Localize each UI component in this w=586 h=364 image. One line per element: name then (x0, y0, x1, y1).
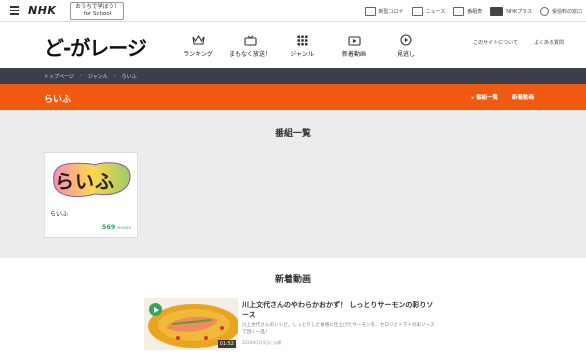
tab-new-videos[interactable]: 新着動画 (512, 93, 534, 101)
site-header: ど-がレージ ランキング まもなく放送！ ジャンル 新着動画 見逃し このサイト… (0, 22, 586, 68)
news-icon (411, 6, 423, 16)
breadcrumb-separator-icon: › (79, 73, 82, 79)
video-item[interactable]: 01:52 川上文代さんのやわらかおかず！ しっとりサーモンの彩りソース 川上文… (144, 298, 440, 354)
program-card[interactable]: らいふ らいふ 569 MOVIES (44, 152, 138, 238)
nav-replay[interactable]: 見逃し (380, 34, 432, 58)
video-duration: 01:52 (217, 340, 236, 348)
genre-tabs: 番組一覧 新着動画 (472, 93, 534, 101)
nav-genre[interactable]: ジャンル (276, 34, 328, 58)
for-school-line1: おうちで学ぼう！ (75, 3, 120, 10)
top-link-fee[interactable]: 受信料の窓口 (539, 6, 582, 16)
virus-icon (364, 6, 376, 16)
nhkplus-icon (490, 6, 504, 16)
main-nav: ランキング まもなく放送！ ジャンル 新着動画 見逃し (172, 34, 432, 58)
nav-label: ジャンル (290, 51, 314, 58)
nav-new-videos[interactable]: 新着動画 (328, 34, 380, 58)
top-link-label: 新型コロナ (378, 8, 404, 15)
program-video-count: 569 MOVIES (102, 223, 131, 231)
page-title: らいふ (44, 95, 72, 105)
program-logo-text: らいふ (55, 171, 116, 193)
nav-label: まもなく放送！ (228, 51, 271, 58)
for-school-button[interactable]: おうちで学ぼう！ for School (70, 1, 125, 20)
nav-label: 見逃し (396, 51, 415, 58)
nav-coming-soon[interactable]: まもなく放送！ (224, 34, 276, 58)
top-link-corona[interactable]: 新型コロナ (364, 6, 404, 16)
nav-label: 新着動画 (341, 51, 366, 58)
breadcrumb-item-current: らいふ (121, 73, 137, 80)
nhk-logo[interactable]: NHK (28, 4, 56, 17)
video-date: 2020年3月4日に公開 (242, 340, 282, 345)
site-logo[interactable]: ど-がレージ (44, 32, 147, 61)
about-link[interactable]: このサイトについて (473, 39, 518, 46)
grid-icon (295, 34, 309, 46)
crown-icon (191, 34, 205, 46)
video-thumbnail[interactable]: 01:52 (144, 298, 238, 350)
play-icon[interactable] (149, 303, 162, 316)
top-link-label: 受信料の窓口 (551, 8, 582, 15)
top-link-label: 番組表 (467, 8, 483, 15)
program-list-heading: 番組一覧 (274, 129, 311, 139)
video-title[interactable]: 川上文代さんのやわらかおかず！ しっとりサーモンの彩りソース (242, 300, 436, 320)
video-description: 川上文代さんのレシピ。しっとりした食感に仕上げたサーモンを、セロリとトマトの彩ソ… (242, 323, 435, 335)
program-name: らいふ (50, 211, 69, 218)
tv-icon (243, 34, 257, 46)
program-count-unit: MOVIES (117, 226, 131, 230)
new-videos-section: 新着動画 01:52 川上文代さんのやわらかおかず！ しっとりサーモンの彩りソー… (0, 258, 586, 364)
nhk-global-bar: NHK おうちで学ぼう！ for School 新型コロナ ニュース 番組表 N… (0, 0, 586, 22)
top-link-schedule[interactable]: 番組表 (453, 6, 483, 16)
breadcrumb: トップページ › ジャンル › らいふ (0, 68, 586, 84)
new-video-icon (347, 34, 361, 46)
top-link-nhkplus[interactable]: NHKプラス (490, 6, 532, 16)
tab-program-list[interactable]: 番組一覧 (472, 93, 498, 101)
breadcrumb-separator-icon: › (113, 73, 116, 79)
nhk-top-links: 新型コロナ ニュース 番組表 NHKプラス 受信料の窓口 (364, 0, 582, 22)
nav-label: ランキング (183, 51, 213, 58)
hamburger-menu-icon[interactable] (2, 0, 26, 22)
program-count-number: 569 (101, 223, 116, 231)
faq-link[interactable]: よくある質問 (534, 39, 564, 46)
new-videos-heading: 新着動画 (274, 275, 311, 285)
top-link-label: ニュース (425, 8, 446, 15)
replay-icon (399, 34, 413, 46)
fee-icon (539, 6, 549, 16)
header-links: このサイトについて よくある質問 (473, 39, 564, 46)
top-link-label: NHKプラス (506, 8, 532, 15)
schedule-icon (453, 6, 465, 16)
breadcrumb-item-top[interactable]: トップページ (44, 73, 74, 80)
for-school-line2: for School (83, 10, 112, 17)
nav-ranking[interactable]: ランキング (172, 34, 224, 58)
top-link-news[interactable]: ニュース (411, 6, 446, 16)
breadcrumb-item-genre[interactable]: ジャンル (88, 73, 108, 80)
genre-title-bar: らいふ 番組一覧 新着動画 (0, 84, 586, 110)
